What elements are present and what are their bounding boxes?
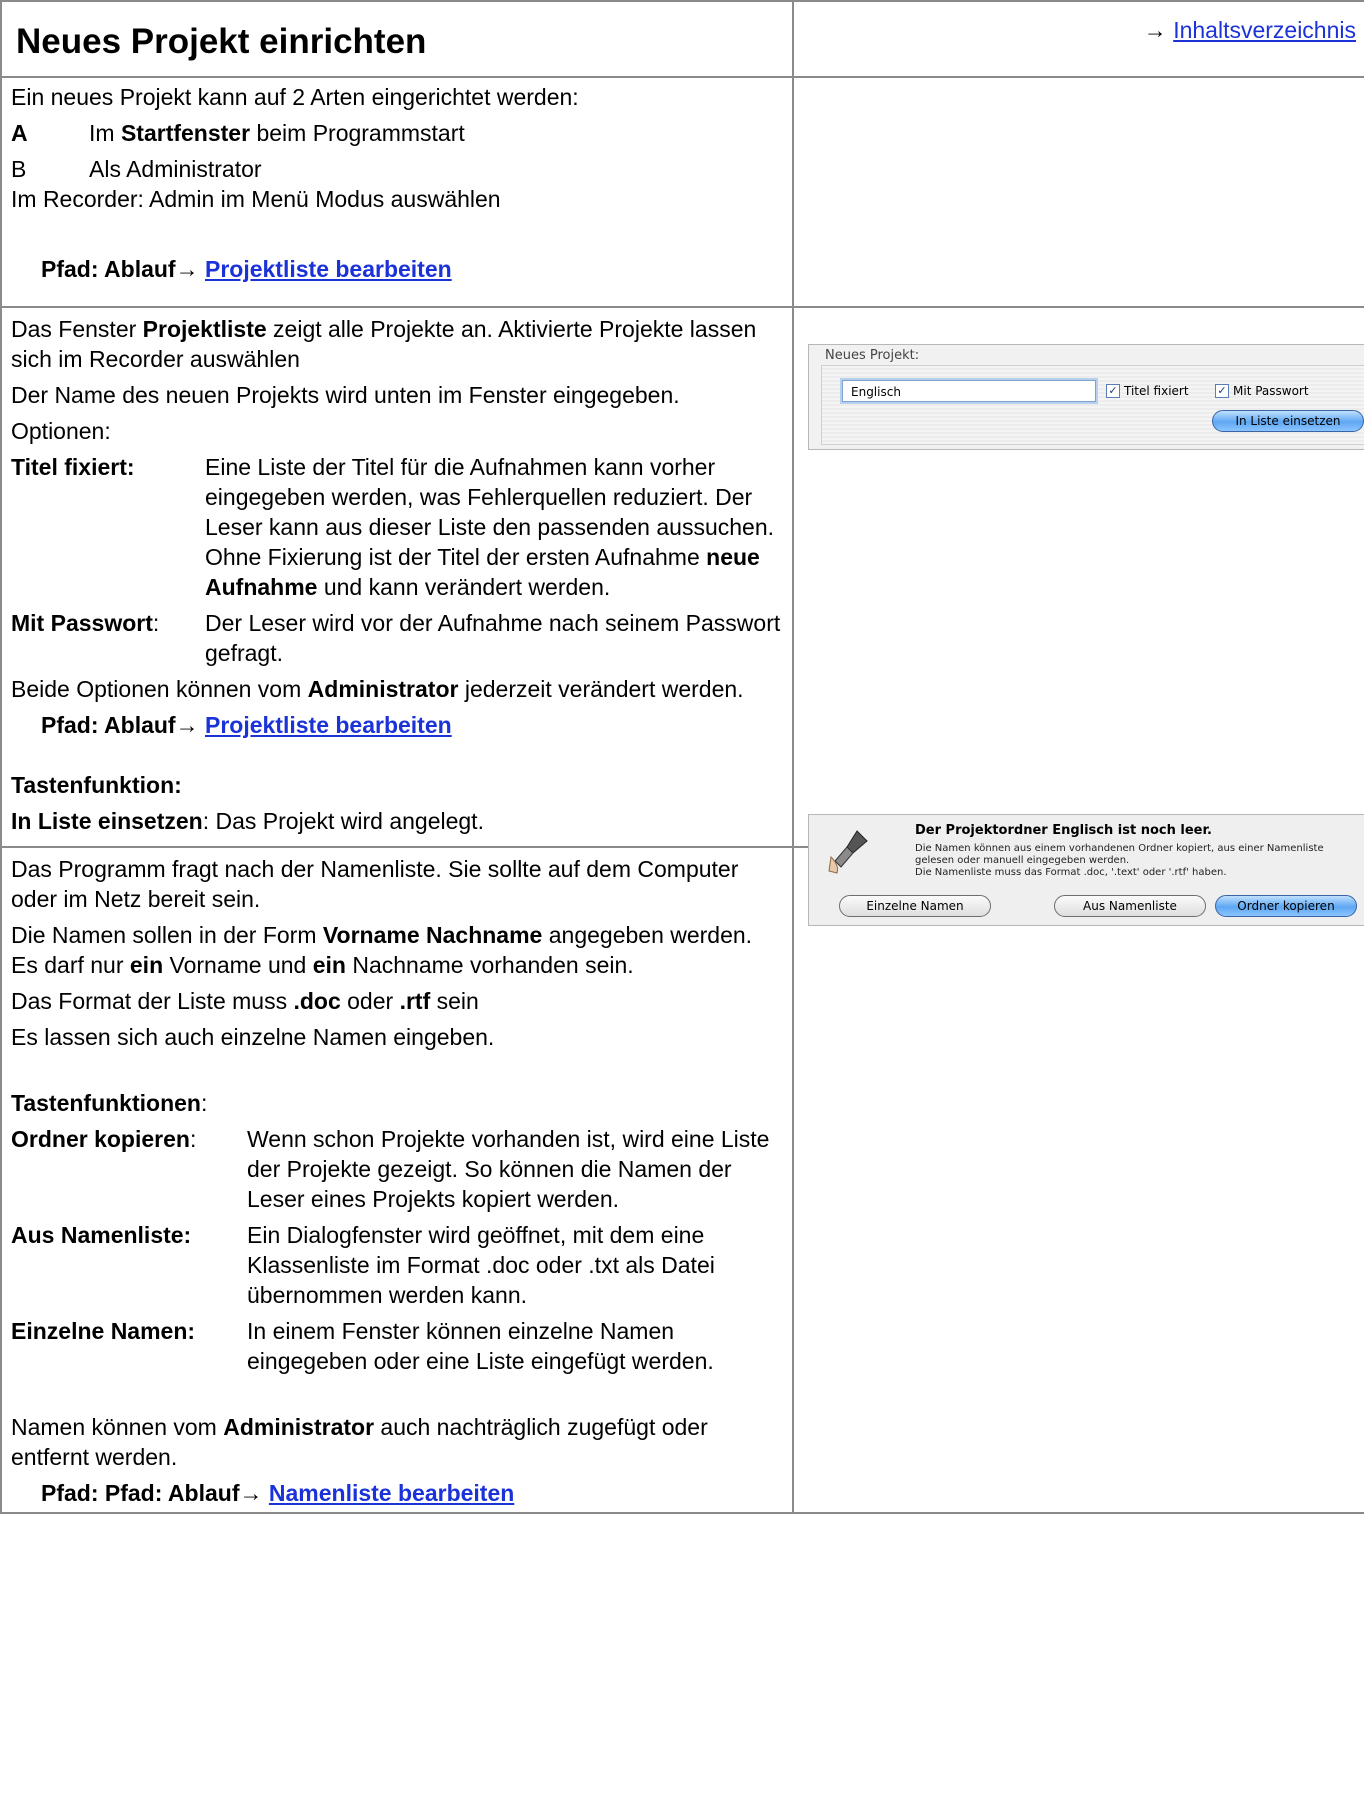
item-b-text: Als Administrator <box>89 156 262 182</box>
dialog-message: Die Namen können aus einem vorhandenen O… <box>915 843 1324 878</box>
section2-p4: Beide Optionen können vom Administrator … <box>11 676 744 702</box>
item-b: B Als Administrator <box>11 154 783 184</box>
keys-heading-1: Tastenfunktion: <box>11 772 182 798</box>
dialog-heading: Der Projektordner Englisch ist noch leer… <box>915 823 1212 838</box>
section1-intro: Ein neues Projekt kann auf 2 Arten einge… <box>11 84 579 110</box>
namenliste-link[interactable]: Namenliste bearbeiten <box>269 1480 514 1506</box>
key-term: Aus Namenliste: <box>11 1222 192 1248</box>
projektliste-link-2[interactable]: Projektliste bearbeiten <box>205 712 452 738</box>
toc-cell: → Inhaltsverzeichnis <box>792 0 1364 78</box>
option-titel-fixiert: Titel fixiert: Eine Liste der Titel für … <box>11 452 783 602</box>
key-einzelne-namen: Einzelne Namen: In einem Fenster können … <box>11 1316 783 1376</box>
checkbox-label: Mit Passwort <box>1233 384 1309 398</box>
projektordner-dialog: Der Projektordner Englisch ist noch leer… <box>808 814 1364 926</box>
option-term: Titel fixiert: <box>11 454 135 480</box>
arrow-icon: → <box>1143 17 1174 43</box>
panel-box: Englisch ✓ Titel fixiert ✓ Mit Passwort … <box>821 365 1364 445</box>
path-line-2: Pfad: Ablauf→ Projektliste bearbeiten <box>41 712 452 738</box>
mit-passwort-checkbox[interactable]: ✓ Mit Passwort <box>1215 384 1309 398</box>
einzelne-namen-button[interactable]: Einzelne Namen <box>839 895 991 917</box>
ordner-kopieren-button[interactable]: Ordner kopieren <box>1215 895 1357 917</box>
item-a-letter: A <box>11 120 28 146</box>
aus-namenliste-button[interactable]: Aus Namenliste <box>1054 895 1206 917</box>
key-term: Einzelne Namen: <box>11 1318 196 1344</box>
option-mit-passwort: Mit Passwort: Der Leser wird vor der Auf… <box>11 608 783 668</box>
section2-p1: Das Fenster Projektliste zeigt alle Proj… <box>11 316 757 372</box>
section3-p4: Es lassen sich auch einzelne Namen einge… <box>11 1024 495 1050</box>
key-desc: In einem Fenster können einzelne Namen e… <box>247 1318 714 1374</box>
key-in-liste: In Liste einsetzen: Das Projekt wird ang… <box>11 808 484 834</box>
option-desc: Eine Liste der Titel für die Aufnahmen k… <box>205 454 775 600</box>
key-aus-namenliste: Aus Namenliste: Ein Dialogfenster wird g… <box>11 1220 783 1310</box>
keys-heading-2: Tastenfunktionen: <box>11 1090 208 1116</box>
titel-fixiert-checkbox[interactable]: ✓ Titel fixiert <box>1106 384 1189 398</box>
projektliste-link-1[interactable]: Projektliste bearbeiten <box>205 256 452 282</box>
neues-projekt-panel: Neues Projekt: Englisch ✓ Titel fixiert … <box>808 344 1364 450</box>
option-desc: Der Leser wird vor der Aufnahme nach sei… <box>205 610 781 666</box>
section3-p2: Die Namen sollen in der Form Vorname Nac… <box>11 922 753 978</box>
option-term: Mit Passwort: <box>11 610 160 636</box>
toc-link-rest: nhaltsverzeichnis <box>1179 17 1356 43</box>
key-ordner-kopieren: Ordner kopieren: Wenn schon Projekte vor… <box>11 1124 783 1214</box>
key-desc: Wenn schon Projekte vorhanden ist, wird … <box>247 1126 770 1212</box>
item-a-text: Im Startfenster beim Programmstart <box>89 120 465 146</box>
key-desc: Ein Dialogfenster wird geöffnet, mit dem… <box>247 1222 715 1308</box>
in-liste-einsetzen-button[interactable]: In Liste einsetzen <box>1212 410 1364 432</box>
toc-link[interactable]: Inhaltsverzeichnis <box>1173 17 1356 43</box>
microphone-icon <box>828 830 868 874</box>
section2-p2: Der Name des neuen Projekts wird unten i… <box>11 382 680 408</box>
checkbox-label: Titel fixiert <box>1124 384 1189 398</box>
checkbox-checked-icon: ✓ <box>1106 384 1120 398</box>
section3-p1: Das Programm fragt nach der Namenliste. … <box>11 856 739 912</box>
title-cell: Neues Projekt einrichten <box>0 0 794 78</box>
project-name-input[interactable]: Englisch <box>842 380 1096 402</box>
page-title: Neues Projekt einrichten <box>16 22 427 61</box>
section1-cell: Ein neues Projekt kann auf 2 Arten einge… <box>0 76 794 308</box>
section3-right-cell <box>792 846 1364 1514</box>
path-line-1: Pfad: Ablauf→ Projektliste bearbeiten <box>41 256 452 282</box>
panel-legend: Neues Projekt: <box>825 348 920 363</box>
document-table: Neues Projekt einrichten → Inhaltsverzei… <box>0 0 1364 1514</box>
section3-p3: Das Format der Liste muss .doc oder .rtf… <box>11 988 479 1014</box>
section1-right-cell <box>792 76 1364 308</box>
section2-cell: Das Fenster Projektliste zeigt alle Proj… <box>0 306 794 848</box>
toc-link-wrapper: → Inhaltsverzeichnis <box>794 2 1364 44</box>
key-term: Ordner kopieren: <box>11 1126 197 1152</box>
section3-p5: Namen können vom Administrator auch nach… <box>11 1414 708 1470</box>
item-a: A Im Startfenster beim Programmstart <box>11 118 783 148</box>
item-b-letter: B <box>11 156 27 182</box>
recorder-note: Im Recorder: Admin im Menü Modus auswähl… <box>11 186 501 212</box>
path-line-3: Pfad: Pfad: Ablauf→ Namenliste bearbeite… <box>41 1480 515 1506</box>
checkbox-checked-icon: ✓ <box>1215 384 1229 398</box>
section2-p3: Optionen: <box>11 418 111 444</box>
section3-cell: Das Programm fragt nach der Namenliste. … <box>0 846 794 1514</box>
